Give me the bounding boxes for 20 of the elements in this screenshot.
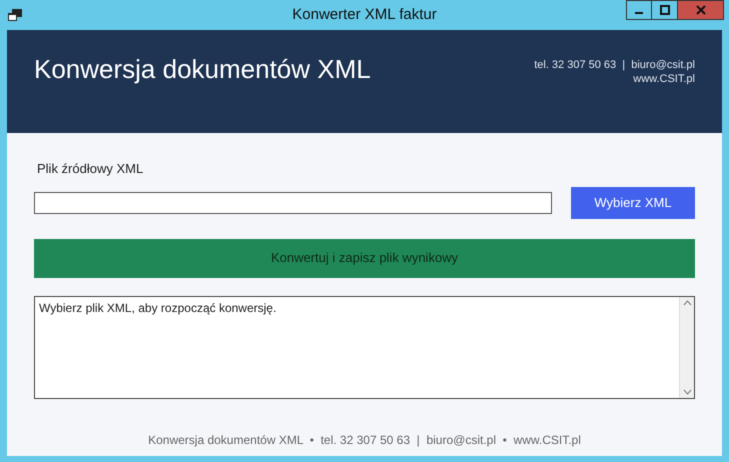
scrollbar[interactable] bbox=[679, 296, 694, 398]
footer-text: Konwersja dokumentów XML • tel. 32 307 50 63 | biuro@csit.pl • www.CSIT.pl bbox=[148, 432, 581, 448]
maximize-icon bbox=[660, 5, 670, 15]
scroll-down-icon[interactable] bbox=[682, 388, 692, 394]
log-area[interactable]: Wybierz plik XML, aby rozpocząć konwersję. bbox=[34, 296, 695, 398]
field-label: Plik źródłowy XML bbox=[37, 160, 144, 178]
header-title: Konwersja dokumentów XML bbox=[34, 53, 371, 86]
minimize-button[interactable] bbox=[626, 0, 652, 20]
minimize-icon bbox=[635, 12, 643, 14]
file-path-field[interactable] bbox=[34, 192, 552, 214]
log-text: Wybierz plik XML, aby rozpocząć konwersję. bbox=[38, 300, 278, 316]
website-text: www.CSIT.pl bbox=[633, 72, 695, 86]
app-icon[interactable] bbox=[8, 9, 22, 21]
close-button[interactable] bbox=[678, 0, 724, 20]
close-icon bbox=[696, 5, 706, 15]
contact-info: tel. 32 307 50 63 | biuro@csit.pl bbox=[534, 58, 695, 72]
scroll-up-icon[interactable] bbox=[682, 300, 692, 306]
choose-xml-button[interactable]: Wybierz XML bbox=[571, 186, 695, 218]
convert-button[interactable]: Konwertuj i zapisz plik wynikowy bbox=[34, 238, 695, 278]
window-title: Konwerter XML faktur bbox=[292, 4, 437, 25]
